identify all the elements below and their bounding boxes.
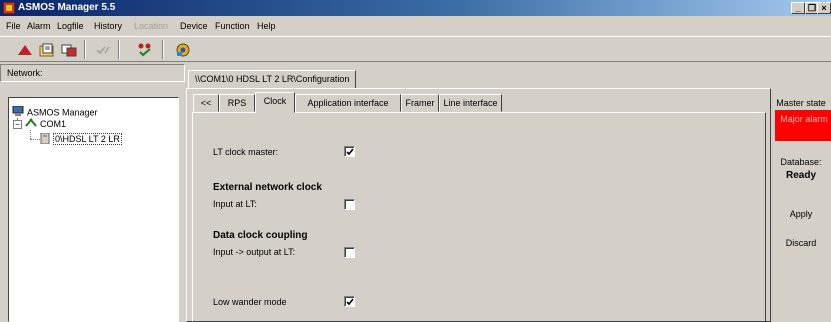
- apply-button[interactable]: Apply: [770, 209, 831, 220]
- tree-item-hdsl-device[interactable]: 0\HDSL LT 2 LR: [40, 132, 122, 147]
- toolbar-separator: [162, 40, 164, 59]
- master-state-label: Master state: [776, 98, 826, 108]
- tree-connector: [30, 139, 40, 140]
- tab-rps[interactable]: RPS: [219, 94, 255, 112]
- tree-item-label: COM1: [40, 118, 67, 129]
- toolbar-separator: [118, 40, 120, 59]
- external-network-clock-heading: External network clock: [213, 182, 322, 193]
- menu-help[interactable]: Help: [257, 20, 276, 32]
- network-icon[interactable]: [58, 40, 80, 59]
- database-status: Ready: [785, 170, 816, 181]
- menu-alarm[interactable]: Alarm: [27, 20, 51, 32]
- title-bar: ASMOS Manager 5.5 _ ❐ ×: [0, 0, 831, 16]
- clock-tab-page: [192, 112, 766, 322]
- network-tree[interactable]: ASMOS Manager − COM1 0\HDSL LT 2 LR: [8, 97, 179, 322]
- database-label: Database:: [780, 157, 822, 167]
- toolbar-separator: [84, 40, 86, 59]
- menu-location[interactable]: Location: [134, 20, 168, 32]
- menu-file[interactable]: File: [6, 20, 21, 32]
- master-state-value: Major alarm: [780, 114, 828, 124]
- device-icon: [40, 132, 50, 147]
- network-header: Network:: [0, 64, 185, 82]
- tree-item-label: 0\HDSL LT 2 LR: [53, 133, 122, 146]
- serial-port-icon: [25, 118, 37, 131]
- check-icon[interactable]: [92, 40, 114, 59]
- minimize-button[interactable]: _: [791, 2, 805, 14]
- close-button[interactable]: ×: [817, 2, 831, 14]
- menu-device[interactable]: Device: [180, 20, 208, 32]
- up-arrow-icon[interactable]: [14, 40, 36, 59]
- toolbar: [0, 36, 831, 62]
- open-folder-icon[interactable]: [36, 40, 58, 59]
- configuration-path-tab[interactable]: \\COM1\0 HDSL LT 2 LR\Configuration: [188, 70, 357, 89]
- tree-item-label: ASMOS Manager: [27, 107, 98, 118]
- lt-clock-master-checkbox[interactable]: [344, 146, 355, 157]
- data-clock-coupling-heading: Data clock coupling: [213, 230, 308, 241]
- collapse-toggle[interactable]: −: [13, 120, 22, 129]
- menu-function[interactable]: Function: [215, 20, 250, 32]
- menu-bar: File Alarm Logfile History Location Devi…: [0, 18, 831, 34]
- input-at-lt-checkbox[interactable]: [344, 199, 355, 210]
- tab-previous[interactable]: <<: [193, 94, 219, 112]
- menu-history[interactable]: History: [94, 20, 122, 32]
- input-at-lt-label: Input at LT:: [213, 199, 257, 209]
- network-label: Network:: [7, 68, 43, 78]
- settings-icon[interactable]: [172, 40, 194, 59]
- tab-line-interface[interactable]: Line interface: [439, 94, 502, 112]
- low-wander-mode-checkbox[interactable]: [344, 296, 355, 307]
- master-state-badge: Major alarm: [775, 110, 831, 141]
- tree-item-com1[interactable]: COM1: [25, 118, 66, 131]
- alarm-list-icon[interactable]: [134, 40, 156, 59]
- status-panel: Master state Major alarm Database: Ready…: [772, 88, 831, 322]
- input-output-at-lt-label: Input -> output at LT:: [213, 247, 296, 257]
- tab-framer[interactable]: Framer: [401, 94, 439, 112]
- tab-application-interface[interactable]: Application interface: [295, 94, 401, 112]
- tree-connector: [30, 130, 31, 139]
- computer-icon: [12, 105, 24, 120]
- app-logo-icon: [3, 2, 15, 14]
- low-wander-mode-label: Low wander mode: [213, 297, 287, 307]
- input-output-at-lt-checkbox[interactable]: [344, 247, 355, 258]
- tab-clock[interactable]: Clock: [255, 92, 295, 113]
- discard-button[interactable]: Discard: [770, 238, 831, 249]
- lt-clock-master-label: LT clock master:: [213, 147, 279, 157]
- window-title: ASMOS Manager 5.5: [18, 2, 116, 13]
- menu-logfile[interactable]: Logfile: [57, 20, 84, 32]
